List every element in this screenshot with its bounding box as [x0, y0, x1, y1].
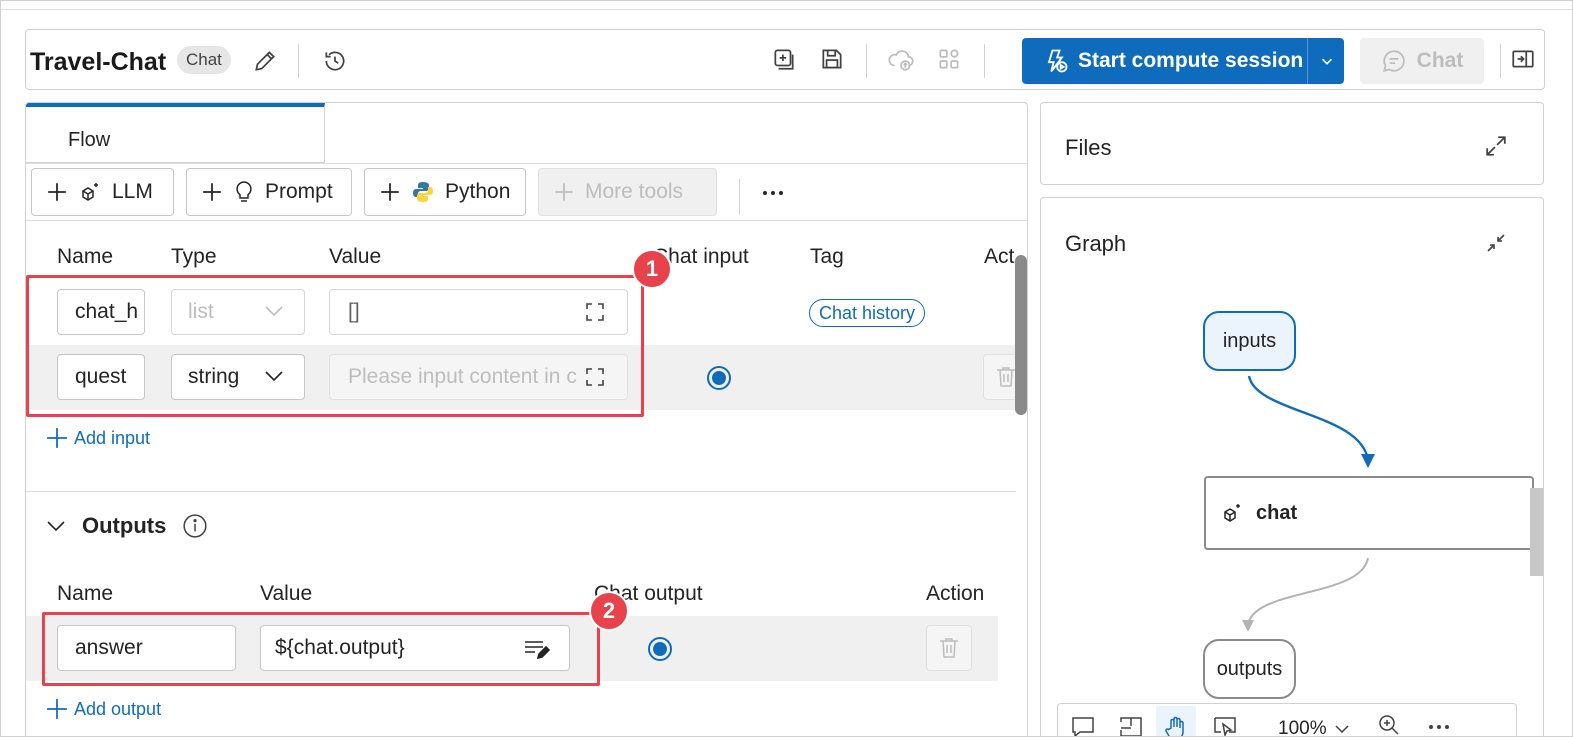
- panel-toggle-icon[interactable]: [1506, 42, 1540, 76]
- graph-node-chat-label: chat: [1256, 501, 1298, 524]
- delete-output-button[interactable]: [926, 625, 972, 671]
- graph-node-outputs[interactable]: outputs: [1203, 639, 1296, 699]
- add-file-icon[interactable]: [767, 42, 801, 76]
- add-prompt-button[interactable]: Prompt: [186, 168, 352, 216]
- outputs-col-action: Action: [926, 582, 985, 605]
- highlight-box-outputs: [42, 612, 600, 686]
- start-compute-session-label: Start compute session: [1078, 49, 1304, 72]
- info-icon[interactable]: [182, 513, 208, 539]
- add-input-label: Add input: [74, 427, 151, 448]
- top-strip: [0, 0, 1573, 10]
- inputs-col-value: Value: [329, 245, 382, 268]
- chat-input-radio[interactable]: [707, 366, 731, 390]
- plus-icon: [379, 181, 401, 203]
- plus-icon: [553, 181, 575, 203]
- deploy-icon[interactable]: [932, 42, 966, 76]
- start-compute-session-button[interactable]: Start compute session: [1022, 38, 1344, 84]
- chevron-down-icon[interactable]: [1318, 52, 1336, 70]
- trash-icon: [938, 636, 960, 660]
- fit-view-icon[interactable]: [1118, 714, 1144, 737]
- chat-bubble-icon: [1381, 48, 1407, 74]
- prompt-label: Prompt: [265, 180, 333, 203]
- callout-1: 1: [632, 249, 672, 289]
- inputs-col-action: Act: [984, 245, 1015, 268]
- zoom-in-icon[interactable]: [1376, 712, 1402, 737]
- lightbulb-icon: [233, 180, 255, 204]
- tab-flow-label: Flow: [68, 129, 111, 151]
- outputs-col-value: Value: [260, 582, 313, 605]
- graph-node-outputs-label: outputs: [1216, 657, 1283, 680]
- python-label: Python: [445, 180, 511, 203]
- tab-flow[interactable]: Flow: [26, 103, 325, 163]
- add-python-button[interactable]: Python: [364, 168, 526, 216]
- chat-history-tag[interactable]: Chat history: [809, 299, 926, 327]
- plus-icon: [46, 181, 68, 203]
- more-tools-button[interactable]: More tools: [538, 168, 717, 216]
- graph-scrollbar[interactable]: [1530, 488, 1543, 576]
- zoom-level: 100%: [1278, 718, 1327, 737]
- zoom-select[interactable]: 100%: [1278, 718, 1349, 737]
- llm-sparkle-icon: [78, 180, 102, 204]
- callout-2: 2: [589, 591, 629, 631]
- cloud-upload-icon[interactable]: [884, 42, 918, 76]
- edit-pencil-icon[interactable]: [248, 44, 282, 78]
- add-output-link[interactable]: Add output: [46, 698, 161, 720]
- hand-pan-icon[interactable]: [1156, 706, 1196, 737]
- chevron-down-icon: [1335, 724, 1349, 734]
- chat-button-label: Chat: [1416, 49, 1464, 72]
- chat-button[interactable]: Chat: [1360, 38, 1484, 84]
- llm-sparkle-icon: [1220, 501, 1244, 525]
- flow-header: Travel-Chat Chat Start compute session C…: [25, 29, 1545, 90]
- highlight-box-inputs: [26, 275, 644, 417]
- more-tools-label: More tools: [585, 180, 684, 203]
- plus-icon: [201, 181, 223, 203]
- compute-flash-icon: [1042, 47, 1070, 75]
- select-pointer-icon[interactable]: [1212, 714, 1238, 737]
- add-input-link[interactable]: Add input: [46, 427, 150, 449]
- outputs-col-name: Name: [57, 582, 114, 605]
- plus-icon: [46, 698, 68, 720]
- add-output-label: Add output: [74, 698, 162, 719]
- history-icon[interactable]: [318, 44, 352, 78]
- outputs-title: Outputs: [82, 513, 167, 538]
- more-options-icon[interactable]: [756, 178, 790, 208]
- inputs-col-tag: Tag: [810, 245, 844, 268]
- chevron-down-icon: [46, 519, 66, 533]
- flow-type-badge: Chat: [177, 46, 231, 74]
- graph-node-inputs-label: inputs: [1222, 329, 1277, 352]
- inputs-col-type: Type: [171, 245, 217, 268]
- graph-node-chat[interactable]: chat: [1204, 476, 1534, 550]
- graph-panel: Graph inputs chat outputs 100%: [1040, 197, 1544, 737]
- graph-toolbar: 100%: [1057, 703, 1517, 737]
- inputs-col-name: Name: [57, 245, 114, 268]
- llm-label: LLM: [112, 180, 153, 203]
- files-title: Files: [1065, 135, 1112, 160]
- flow-title: Travel-Chat: [30, 48, 167, 76]
- expand-diagonal-icon[interactable]: [1481, 131, 1511, 161]
- save-icon[interactable]: [815, 42, 849, 76]
- files-panel: Files: [1040, 102, 1544, 185]
- trash-icon: [995, 365, 1017, 389]
- vertical-scrollbar[interactable]: [1015, 255, 1027, 415]
- graph-node-inputs[interactable]: inputs: [1203, 311, 1296, 371]
- python-icon: [411, 180, 435, 204]
- outputs-section-header[interactable]: Outputs: [46, 513, 208, 539]
- add-llm-button[interactable]: LLM: [31, 168, 174, 216]
- more-options-icon[interactable]: [1424, 714, 1454, 737]
- plus-icon: [46, 427, 68, 449]
- comment-icon[interactable]: [1070, 714, 1096, 737]
- chat-output-radio[interactable]: [648, 637, 672, 661]
